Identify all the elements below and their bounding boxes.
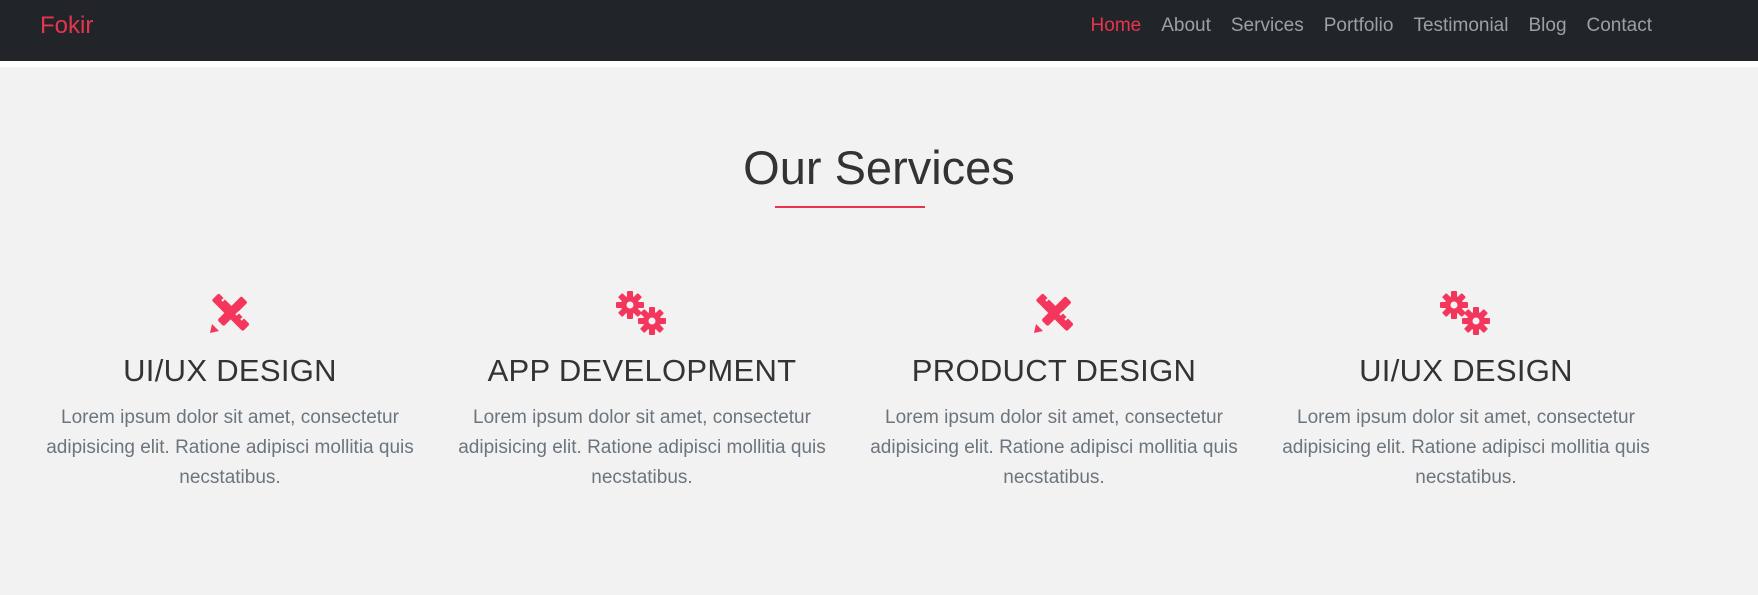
service-description: Lorem ipsum dolor sit amet, consectetur … [870,407,1238,488]
service-title: UI/UX DESIGN [123,353,337,388]
service-title: APP DEVELOPMENT [487,353,797,388]
section-title: Our Services [743,141,1015,194]
nav-link-blog[interactable]: Blog [1528,15,1566,37]
nav-link-home[interactable]: Home [1091,15,1142,37]
nav-link-testimonial[interactable]: Testimonial [1413,15,1508,37]
title-underline [775,206,925,208]
navbar: Fokir Home About Services Portfolio Test… [0,0,1758,61]
nav-link-services[interactable]: Services [1231,15,1304,37]
pencil-ruler-icon [44,289,416,337]
service-description: Lorem ipsum dolor sit amet, consectetur … [46,407,414,488]
pencil-ruler-icon [868,289,1240,337]
service-card: PRODUCT DESIGN Lorem ipsum dolor sit ame… [868,289,1240,493]
nav-link-about[interactable]: About [1161,15,1211,37]
service-title: PRODUCT DESIGN [911,353,1197,388]
brand-logo[interactable]: Fokir [40,12,93,40]
nav-link-portfolio[interactable]: Portfolio [1324,15,1394,37]
service-description: Lorem ipsum dolor sit amet, consectetur … [1282,407,1650,488]
nav-link-contact[interactable]: Contact [1587,15,1652,37]
service-card: APP DEVELOPMENT Lorem ipsum dolor sit am… [456,289,828,493]
services-section: Our Services UI/UX DESIGN Lorem ipsum do… [0,67,1758,595]
service-card: UI/UX DESIGN Lorem ipsum dolor sit amet,… [1280,289,1652,493]
service-card: UI/UX DESIGN Lorem ipsum dolor sit amet,… [44,289,416,493]
nav-links: Home About Services Portfolio Testimonia… [1091,15,1652,37]
gears-icon [1280,289,1652,337]
service-description: Lorem ipsum dolor sit amet, consectetur … [458,407,826,488]
gears-icon [456,289,828,337]
service-title: UI/UX DESIGN [1359,353,1573,388]
